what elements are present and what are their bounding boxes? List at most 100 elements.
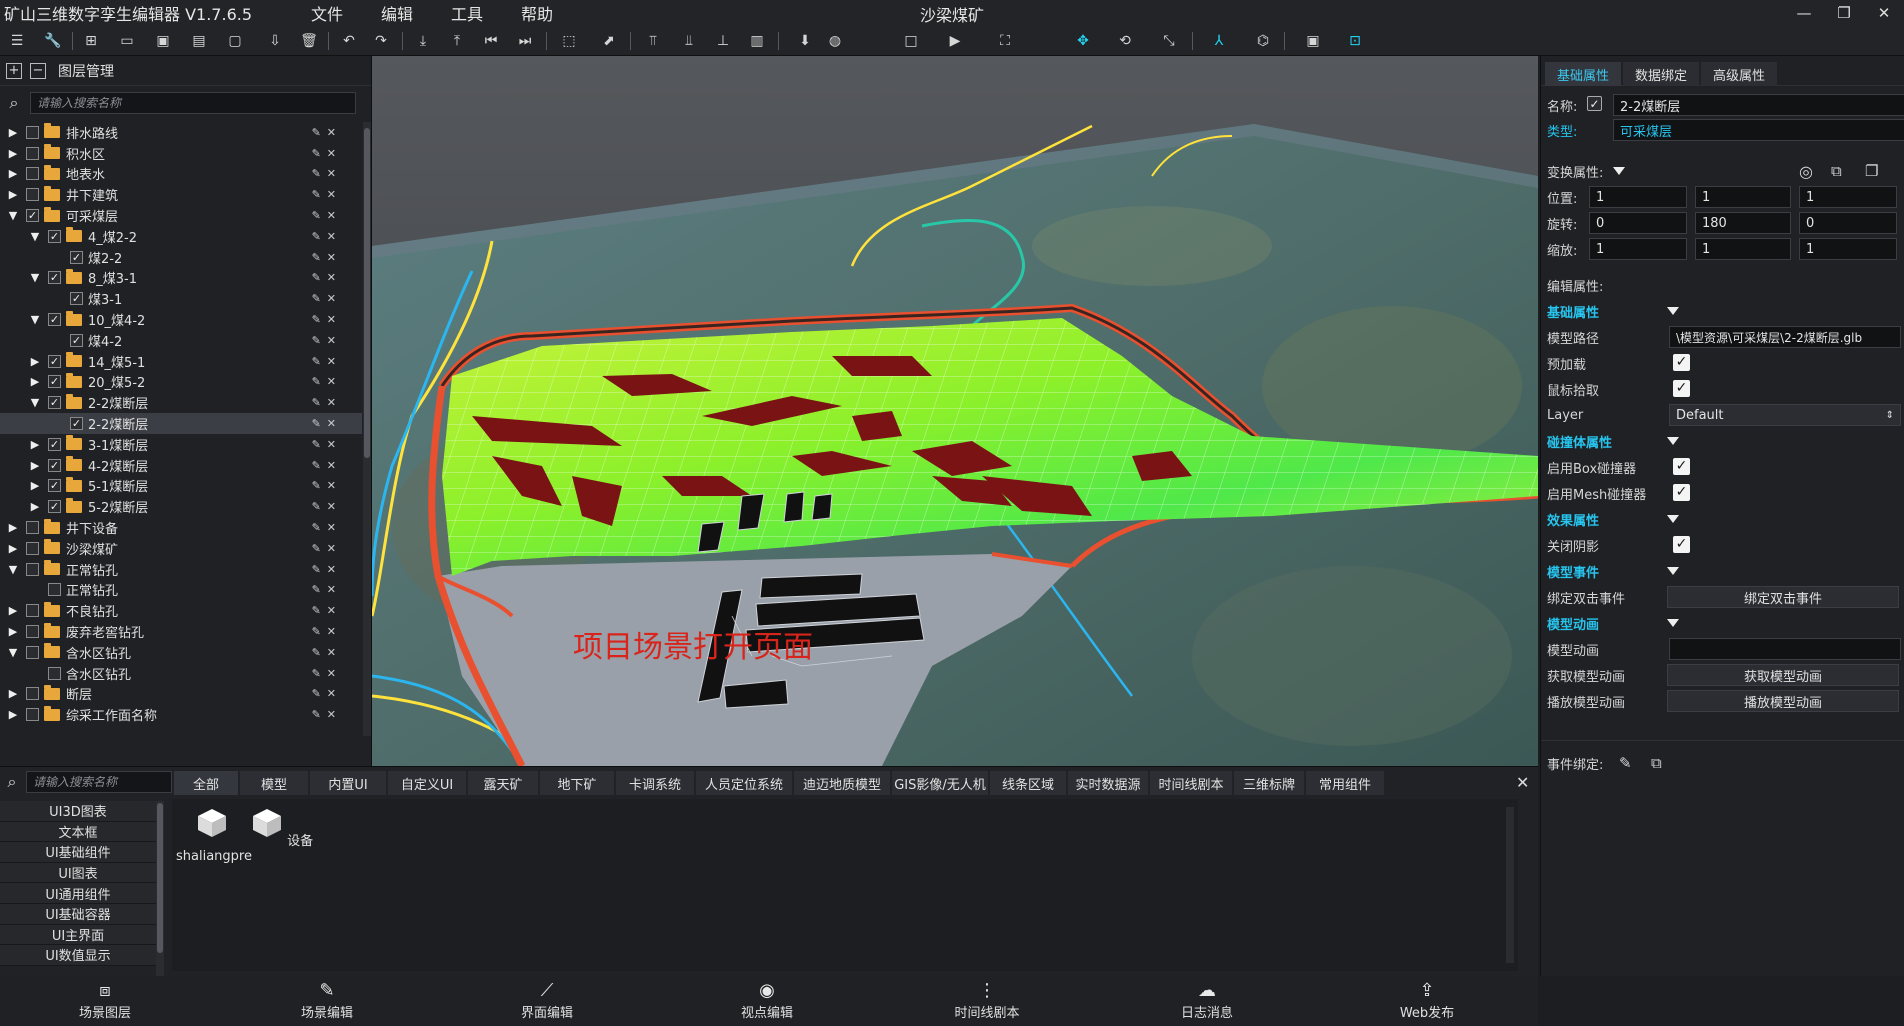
undo-icon[interactable]: ↶ [338,30,360,52]
edit-pen-icon[interactable]: ✎ [312,375,321,388]
scale-icon[interactable]: ⤡ [1158,30,1180,52]
layer-tree-row[interactable]: ✓ 煤2-2 ✎ ✕ [0,247,362,268]
remove-icon[interactable]: ✕ [327,167,336,180]
layer-tree-row[interactable]: ▶ 断层 ✎ ✕ [0,684,362,705]
layer-visible-checkbox[interactable]: ✓ [48,313,61,327]
layer-tree-row[interactable]: ▼ ✓ 4_煤2-2 ✎ ✕ [0,226,362,247]
collapsed-arrow-icon[interactable]: ▶ [6,625,20,638]
layer-visible-checkbox[interactable] [26,541,39,555]
collapsed-arrow-icon[interactable]: ▶ [6,188,20,201]
expanded-arrow-icon[interactable]: ▼ [6,563,20,576]
transform-caret-icon[interactable] [1613,167,1625,175]
menu-file[interactable]: 文件 [292,1,362,25]
collider-section-caret-icon[interactable] [1667,437,1679,445]
layer-tree-row[interactable]: ▶ ✓ 3-1煤断层 ✎ ✕ [0,434,362,455]
scale-x-field[interactable]: 1 [1589,238,1687,260]
layer-tree-row[interactable]: ▶ ✓ 14_煤5-1 ✎ ✕ [0,351,362,372]
position-x-field[interactable]: 1 [1589,186,1687,208]
axis-icon[interactable]: ⅄ [1208,30,1230,52]
paste-icon[interactable]: ❐ [1865,162,1878,180]
expanded-arrow-icon[interactable]: ▼ [28,230,42,243]
target-icon[interactable]: ◎ [1799,162,1813,181]
play-anim-button[interactable]: 播放模型动画 [1667,690,1899,712]
save-as-icon[interactable]: ▤ [188,30,210,52]
library-category[interactable]: 文本框 [0,821,156,843]
folder-icon[interactable]: ▢ [224,30,246,52]
edit-pen-icon[interactable]: ✎ [312,479,321,492]
remove-icon[interactable]: ✕ [327,438,336,451]
layer-visible-checkbox[interactable]: ✓ [48,229,61,243]
last-icon[interactable]: ⏭ [514,30,536,52]
menu-help[interactable]: 帮助 [502,1,572,25]
rotation-x-field[interactable]: 0 [1589,212,1687,234]
layer-visible-checkbox[interactable]: ✓ [26,209,39,223]
layer-tree-row[interactable]: ▶ 井下设备 ✎ ✕ [0,517,362,538]
edit-pen-icon[interactable]: ✎ [312,417,321,430]
remove-icon[interactable]: ✕ [327,667,336,680]
menu-edit[interactable]: 编辑 [362,1,432,25]
library-tab[interactable]: 模型 [240,771,308,795]
remove-icon[interactable]: ✕ [327,313,336,326]
library-tab[interactable]: 露天矿 [468,771,538,795]
library-close-icon[interactable]: ✕ [1516,773,1529,792]
remove-icon[interactable]: ✕ [327,542,336,555]
collapse-all-icon[interactable]: − [30,62,46,79]
effect-section-caret-icon[interactable] [1667,515,1679,523]
redo-icon[interactable]: ↷ [370,30,392,52]
remove-icon[interactable]: ✕ [327,355,336,368]
layer-visible-checkbox[interactable] [26,625,39,639]
edit-pen-icon[interactable]: ✎ [312,604,321,617]
layer-visible-checkbox[interactable]: ✓ [48,354,61,368]
collapsed-arrow-icon[interactable]: ▶ [6,147,20,160]
layer-tree-row[interactable]: ▼ 正常钻孔 ✎ ✕ [0,559,362,580]
layer-tree-row[interactable]: ▶ 沙梁煤矿 ✎ ✕ [0,538,362,559]
expand-all-icon[interactable]: + [6,62,22,79]
import-icon[interactable]: ⇩ [264,30,286,52]
remove-icon[interactable]: ✕ [327,646,336,659]
library-tab[interactable]: 人员定位系统 [696,771,792,795]
model-path-field[interactable]: \模型资源\可采煤层\2-2煤断层.glb [1669,326,1901,348]
collapsed-arrow-icon[interactable]: ▶ [28,375,42,388]
frame-icon[interactable]: ▣ [1302,30,1324,52]
remove-icon[interactable]: ✕ [327,375,336,388]
collapsed-arrow-icon[interactable]: ▶ [28,438,42,451]
edit-pen-icon[interactable]: ✎ [312,292,321,305]
edit-pen-icon[interactable]: ✎ [312,438,321,451]
menu-tools[interactable]: 工具 [432,1,502,25]
asset-item[interactable]: shaliangpre [176,807,252,864]
type-field[interactable]: 可采煤层 [1613,119,1904,141]
copy-event-icon[interactable]: ⧉ [1651,754,1662,772]
stop-icon[interactable]: □ [900,30,922,52]
library-tab[interactable]: 时间线剧本 [1150,771,1232,795]
export-icon[interactable]: ⬈ [598,30,620,52]
search-icon[interactable]: ⌕ [4,93,24,113]
library-tab[interactable]: 自定义UI [388,771,466,795]
remove-icon[interactable]: ✕ [327,251,336,264]
visible-checkbox[interactable]: ✓ [1587,96,1602,111]
layer-tree-row[interactable]: ▶ ✓ 5-1煤断层 ✎ ✕ [0,476,362,497]
layer-tree-row[interactable]: ▼ ✓ 8_煤3-1 ✎ ✕ [0,268,362,289]
scale-z-field[interactable]: 1 [1799,238,1897,260]
bottom-nav-item[interactable]: ☁ 日志消息 [1152,980,1262,1021]
remove-icon[interactable]: ✕ [327,479,336,492]
remove-icon[interactable]: ✕ [327,459,336,472]
delete-icon[interactable]: 🗑 [298,30,320,52]
layer-visible-checkbox[interactable]: ✓ [70,333,83,347]
layer-tree-row[interactable]: ▼ ✓ 可采煤层 ✎ ✕ [0,205,362,226]
remove-icon[interactable]: ✕ [327,271,336,284]
edit-pen-icon[interactable]: ✎ [312,708,321,721]
position-z-field[interactable]: 1 [1799,186,1897,208]
layer-visible-checkbox[interactable] [26,562,39,576]
collapsed-arrow-icon[interactable]: ▶ [28,500,42,513]
remove-icon[interactable]: ✕ [327,500,336,513]
remove-icon[interactable]: ✕ [327,563,336,576]
remove-icon[interactable]: ✕ [327,521,336,534]
remove-icon[interactable]: ✕ [327,188,336,201]
new-file-icon[interactable]: ⊞ [80,30,102,52]
edit-pen-icon[interactable]: ✎ [1619,754,1632,772]
remove-icon[interactable]: ✕ [327,334,336,347]
layer-tree-row[interactable]: ✓ 煤4-2 ✎ ✕ [0,330,362,351]
layer-visible-checkbox[interactable]: ✓ [70,292,83,306]
get-anim-button[interactable]: 获取模型动画 [1667,664,1899,686]
mouse-pick-checkbox[interactable]: ✓ [1673,380,1690,397]
